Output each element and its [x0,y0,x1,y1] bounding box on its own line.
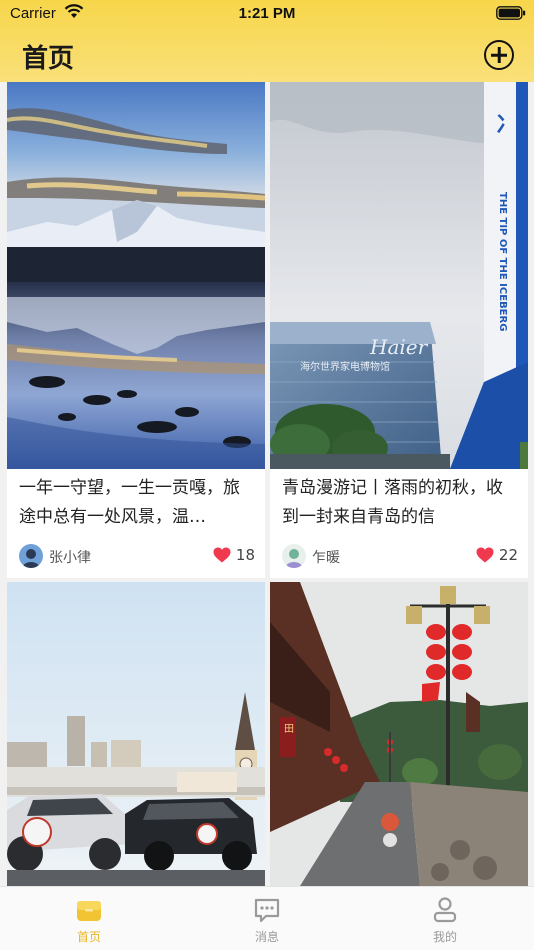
page-title: 首页 [22,44,75,74]
tab-messages[interactable]: 消息 [227,895,307,945]
post-card[interactable]: 田 [270,582,528,886]
like-count[interactable]: 22 [476,546,518,564]
city-cars-image [7,582,265,886]
post-meta: 乍暖 22 [270,538,528,578]
tab-home-label: 首页 [76,930,101,944]
tab-profile[interactable]: 我的 [405,895,485,945]
post-title[interactable]: 一年一守望，一生一贡嘎，旅途中总有一处风景，温… [7,469,265,538]
heart-icon [476,547,494,563]
status-bar: Carrier 1:21 PM [0,0,534,28]
mountain-lake-image [7,82,265,469]
svg-text:THE TIP OF THE ICEBERG: THE TIP OF THE ICEBERG [497,192,508,331]
post-card[interactable]: Haier 海尔世界家电博物馆 THE TIP OF THE ICEBERG 冫… [270,82,528,578]
svg-text:Haier: Haier [369,335,429,359]
heart-icon [213,547,231,563]
profile-icon [433,897,457,923]
like-count-value: 18 [235,546,255,564]
post-card[interactable] [7,582,265,886]
like-count-value: 22 [498,546,518,564]
post-meta: 张小律 18 [7,538,265,578]
avatar[interactable] [19,544,43,568]
like-count[interactable]: 18 [213,546,255,564]
tab-profile-label: 我的 [432,930,457,944]
top-bar: Carrier 1:21 PM 首页 [0,0,534,82]
haier-building-image: Haier 海尔世界家电博物馆 THE TIP OF THE ICEBERG 冫… [270,82,528,469]
post-card[interactable]: 一年一守望，一生一贡嘎，旅途中总有一处风景，温… 张小律 18 [7,82,265,578]
author-name[interactable]: 张小律 [49,547,91,567]
post-image-old-street-lanterns[interactable]: 田 [270,582,528,886]
post-image-mountain-lake[interactable] [7,82,265,469]
message-icon [254,898,280,923]
battery-icon [496,6,526,20]
svg-text:冫\: 冫\ [496,113,527,138]
avatar-image [19,544,43,568]
post-image-haier-building[interactable]: Haier 海尔世界家电博物馆 THE TIP OF THE ICEBERG 冫… [270,82,528,469]
post-image-city-cars[interactable] [7,582,265,886]
svg-text:田: 田 [284,724,294,735]
tab-home[interactable]: 首页 [49,895,129,945]
tab-bar: 首页 消息 我的 [0,886,534,950]
tab-messages-label: 消息 [254,930,279,944]
avatar-image [282,544,306,568]
post-feed[interactable]: 一年一守望，一生一贡嘎，旅途中总有一处风景，温… 张小律 18 Haier 海尔… [0,82,534,886]
home-icon [77,901,101,921]
avatar[interactable] [282,544,306,568]
old-street-lanterns-image: 田 [270,582,528,886]
clock: 1:21 PM [238,5,296,22]
add-post-button[interactable] [484,40,514,70]
post-title[interactable]: 青岛漫游记丨落雨的初秋，收到一封来自青岛的信 [270,469,528,538]
author-name[interactable]: 乍暖 [312,547,340,567]
svg-text:海尔世界家电博物馆: 海尔世界家电博物馆 [300,360,390,373]
